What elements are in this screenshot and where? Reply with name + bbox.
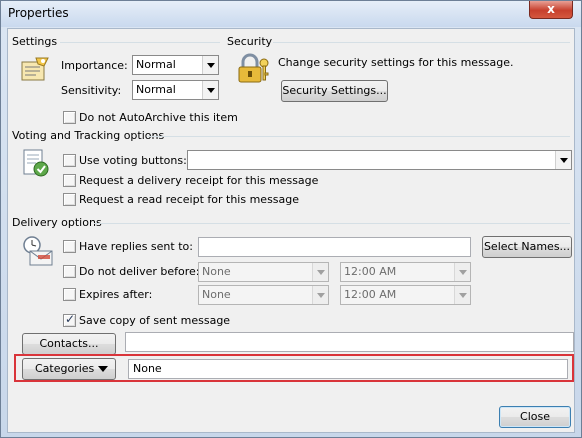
voting-buttons-select[interactable]	[187, 150, 572, 170]
use-voting-label: Use voting buttons:	[79, 154, 187, 167]
delivery-receipt-checkbox[interactable]	[63, 174, 76, 187]
save-copy-checkbox[interactable]	[63, 312, 76, 327]
voting-form-icon	[23, 149, 49, 177]
chevron-down-icon	[202, 56, 218, 74]
dialog-title: Properties	[8, 6, 69, 20]
sensitivity-select[interactable]: Normal	[132, 80, 219, 100]
sensitivity-value: Normal	[136, 83, 176, 96]
security-heading: Security	[227, 35, 273, 48]
not-before-checkbox[interactable]	[63, 265, 76, 278]
delivery-divider	[94, 223, 570, 224]
close-button[interactable]: Close	[499, 406, 571, 428]
replies-checkbox[interactable]	[63, 240, 76, 253]
chevron-down-icon	[312, 286, 328, 304]
expires-date-value: None	[202, 288, 231, 301]
read-receipt-label: Request a read receipt for this message	[79, 193, 300, 206]
not-before-date-value: None	[202, 265, 231, 278]
chevron-down-icon	[98, 366, 108, 372]
expires-time-value: 12:00 AM	[344, 288, 397, 301]
dialog-body: Settings Importance: Normal Sensitivity:…	[7, 28, 575, 433]
importance-label: Importance:	[61, 59, 128, 72]
categories-button-label: Categories	[35, 362, 95, 375]
categories-button[interactable]: Categories	[22, 358, 116, 380]
chevron-down-icon	[454, 286, 470, 304]
autoarchive-label: Do not AutoArchive this item	[79, 111, 238, 124]
close-icon: x	[547, 2, 555, 16]
save-copy-label: Save copy of sent message	[79, 314, 231, 327]
window-close-button[interactable]: x	[529, 1, 573, 19]
settings-heading: Settings	[12, 35, 58, 48]
title-bar: Properties x	[1, 1, 581, 27]
contacts-field[interactable]	[125, 332, 574, 352]
security-divider	[273, 42, 570, 43]
chevron-down-icon	[555, 151, 571, 169]
contacts-button[interactable]: Contacts...	[22, 333, 116, 355]
replies-label: Have replies sent to:	[79, 240, 193, 253]
voting-divider	[148, 136, 570, 137]
not-before-label: Do not deliver before:	[79, 265, 200, 278]
settings-divider	[60, 42, 220, 43]
expires-label: Expires after:	[79, 288, 153, 301]
voting-heading: Voting and Tracking options	[12, 129, 165, 142]
replies-to-field[interactable]	[198, 237, 471, 257]
categories-field[interactable]: None	[128, 359, 568, 379]
delivery-heading: Delivery options	[12, 216, 102, 229]
not-before-time-value: 12:00 AM	[344, 265, 397, 278]
expires-time-select[interactable]: 12:00 AM	[340, 285, 471, 305]
properties-dialog: Properties x Settings Importance: Normal…	[0, 0, 582, 438]
not-before-date-select[interactable]: None	[198, 262, 329, 282]
autoarchive-checkbox[interactable]	[63, 111, 76, 124]
message-settings-icon	[21, 57, 49, 81]
expires-checkbox[interactable]	[63, 288, 76, 301]
security-description: Change security settings for this messag…	[278, 56, 514, 69]
importance-value: Normal	[136, 58, 176, 71]
clock-envelope-icon	[23, 236, 53, 266]
importance-select[interactable]: Normal	[132, 55, 219, 75]
read-receipt-checkbox[interactable]	[63, 193, 76, 206]
security-settings-button[interactable]: Security Settings...	[281, 80, 388, 102]
select-names-button[interactable]: Select Names...	[482, 236, 572, 258]
expires-date-select[interactable]: None	[198, 285, 329, 305]
chevron-down-icon	[312, 263, 328, 281]
sensitivity-label: Sensitivity:	[61, 84, 122, 97]
chevron-down-icon	[202, 81, 218, 99]
padlock-key-icon	[238, 53, 269, 83]
delivery-receipt-label: Request a delivery receipt for this mess…	[79, 174, 319, 187]
use-voting-checkbox[interactable]	[63, 154, 76, 167]
chevron-down-icon	[454, 263, 470, 281]
not-before-time-select[interactable]: 12:00 AM	[340, 262, 471, 282]
